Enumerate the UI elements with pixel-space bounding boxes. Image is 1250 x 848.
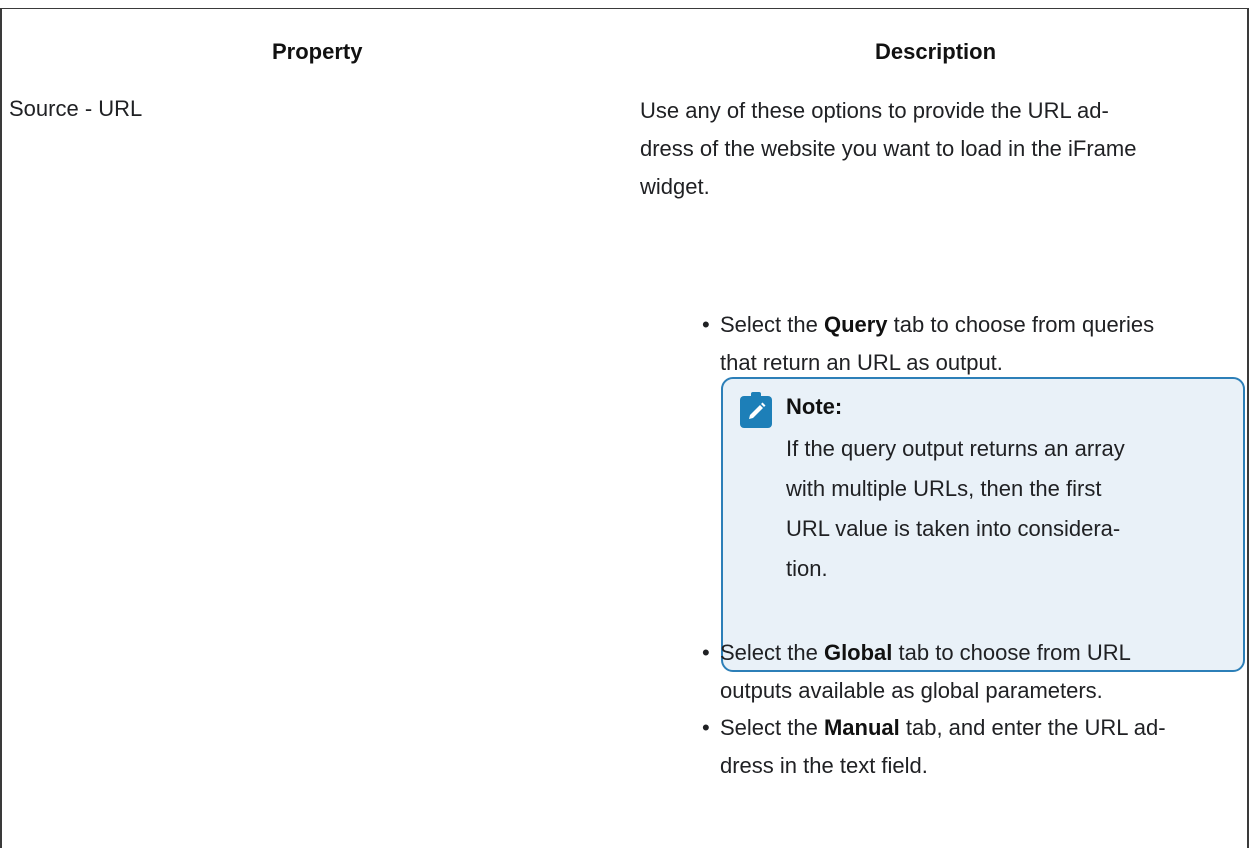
bullet-dot-icon: • bbox=[702, 715, 710, 740]
note-line: tion. bbox=[786, 556, 828, 581]
properties-table: Property Description Source - URL Use an… bbox=[0, 8, 1249, 848]
note-body: If the query output returns an array wit… bbox=[786, 429, 1206, 589]
property-name: Source - URL bbox=[9, 96, 143, 121]
header-property: Property bbox=[272, 39, 363, 64]
bullet-rest: tab, and enter the URL ad- bbox=[899, 715, 1166, 740]
bullet-rest: tab to choose from URL bbox=[892, 640, 1131, 665]
bullet-bold: Global bbox=[823, 640, 893, 665]
note-pencil-icon bbox=[740, 392, 772, 428]
bullet-dot-icon: • bbox=[702, 640, 710, 665]
bullet-bold: Query bbox=[823, 312, 888, 337]
bullet-bold: Manual bbox=[823, 715, 900, 740]
bullet-query: • Select the Query tab to choose from qu… bbox=[702, 306, 1242, 382]
bullet-rest: tab to choose from queries bbox=[887, 312, 1155, 337]
description-line: dress of the website you want to load in… bbox=[640, 136, 1137, 161]
bullet-manual: • Select the Manual tab, and enter the U… bbox=[702, 709, 1242, 785]
bullet-line2: outputs available as global parameters. bbox=[720, 678, 1103, 703]
header-description: Description bbox=[875, 39, 997, 64]
note-box: Note: If the query output returns an arr… bbox=[721, 377, 1245, 672]
note-line: URL value is taken into considera- bbox=[786, 516, 1121, 541]
note-line: If the query output returns an array bbox=[786, 436, 1125, 461]
bullet-prefix: Select the bbox=[720, 715, 824, 740]
description-line: Use any of these options to provide the … bbox=[640, 98, 1109, 123]
bullet-prefix: Select the bbox=[720, 312, 824, 337]
bullet-line2: dress in the text field. bbox=[720, 753, 928, 778]
note-line: with multiple URLs, then the first bbox=[786, 476, 1102, 501]
description-line: widget. bbox=[640, 174, 710, 199]
bullet-global: • Select the Global tab to choose from U… bbox=[702, 634, 1242, 710]
bullet-dot-icon: • bbox=[702, 312, 710, 337]
description-intro: Use any of these options to provide the … bbox=[640, 92, 1240, 206]
note-title: Note: bbox=[786, 394, 843, 419]
bullet-prefix: Select the bbox=[720, 640, 824, 665]
